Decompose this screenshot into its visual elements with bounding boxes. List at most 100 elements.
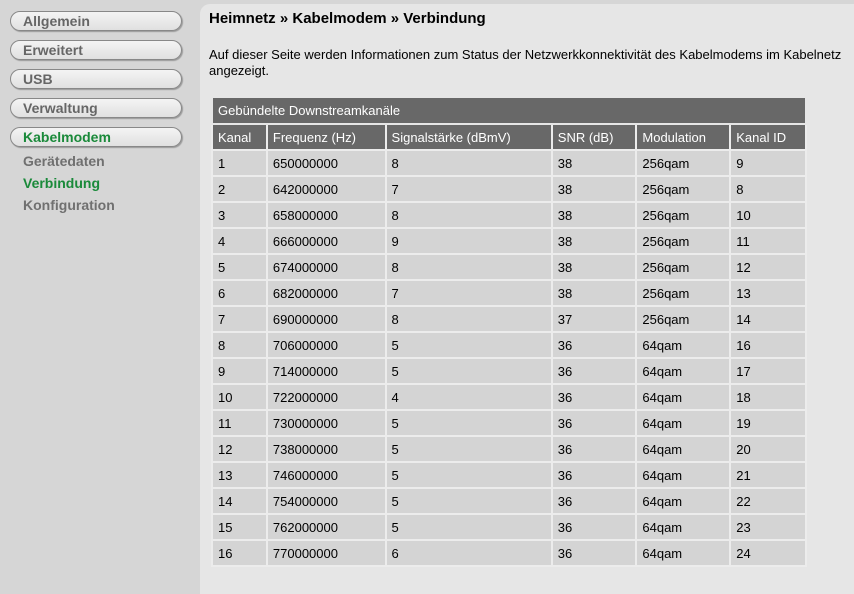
- column-header: Modulation: [635, 123, 732, 151]
- table-cell: 14: [211, 487, 268, 515]
- table-cell: 36: [550, 331, 638, 359]
- table-cell: 690000000: [265, 305, 387, 333]
- table-cell: 64qam: [635, 409, 732, 437]
- table-row: 1 650000000 8 38 256qam 9: [211, 149, 807, 177]
- table-cell: 11: [729, 227, 807, 255]
- table-cell: 36: [550, 409, 638, 437]
- table-cell: 64qam: [635, 513, 732, 541]
- table-cell: 730000000: [265, 409, 387, 437]
- table-row: 5 674000000 8 38 256qam 12: [211, 253, 807, 281]
- table-cell: 738000000: [265, 435, 387, 463]
- table-cell: 36: [550, 383, 638, 411]
- table-cell: 64qam: [635, 357, 732, 385]
- table-cell: 16: [729, 331, 807, 359]
- table-cell: 64qam: [635, 539, 732, 567]
- table-cell: 38: [550, 175, 638, 203]
- page-title: Heimnetz » Kabelmodem » Verbindung: [209, 10, 486, 27]
- table-cell: 8: [729, 175, 807, 203]
- table-row: 15 762000000 5 36 64qam 23: [211, 513, 807, 541]
- table-cell: 64qam: [635, 383, 732, 411]
- table-cell: 674000000: [265, 253, 387, 281]
- table-cell: 64qam: [635, 461, 732, 489]
- table-row: 10 722000000 4 36 64qam 18: [211, 383, 807, 411]
- table-cell: 38: [550, 253, 638, 281]
- table-cell: 256qam: [635, 305, 732, 333]
- table-cell: 7: [384, 175, 553, 203]
- table-cell: 5: [384, 487, 553, 515]
- table-cell: 6: [384, 539, 553, 567]
- table-cell: 714000000: [265, 357, 387, 385]
- table-cell: 36: [550, 435, 638, 463]
- subnav-verbindung[interactable]: Verbindung: [23, 175, 100, 191]
- table-cell: 37: [550, 305, 638, 333]
- table-cell: 8: [384, 201, 553, 229]
- table-cell: 12: [211, 435, 268, 463]
- table-cell: 36: [550, 461, 638, 489]
- table-row: 9 714000000 5 36 64qam 17: [211, 357, 807, 385]
- table-cell: 722000000: [265, 383, 387, 411]
- table-cell: 38: [550, 227, 638, 255]
- table-cell: 8: [384, 149, 553, 177]
- nav-allgemein[interactable]: Allgemein: [10, 11, 182, 31]
- table-cell: 256qam: [635, 175, 732, 203]
- nav-usb[interactable]: USB: [10, 69, 182, 89]
- table-cell: 770000000: [265, 539, 387, 567]
- table-cell: 5: [211, 253, 268, 281]
- table-row: 12 738000000 5 36 64qam 20: [211, 435, 807, 463]
- table-cell: 8: [384, 253, 553, 281]
- table-cell: 754000000: [265, 487, 387, 515]
- table-row: 16 770000000 6 36 64qam 24: [211, 539, 807, 567]
- table-cell: 38: [550, 279, 638, 307]
- table-caption: Gebündelte Downstreamkanäle: [211, 96, 807, 125]
- table-cell: 650000000: [265, 149, 387, 177]
- table-cell: 36: [550, 513, 638, 541]
- table-cell: 13: [729, 279, 807, 307]
- table-cell: 14: [729, 305, 807, 333]
- table-row: 8 706000000 5 36 64qam 16: [211, 331, 807, 359]
- table-cell: 9: [384, 227, 553, 255]
- column-header: SNR (dB): [550, 123, 638, 151]
- table-row: 6 682000000 7 38 256qam 13: [211, 279, 807, 307]
- table-cell: 15: [211, 513, 268, 541]
- table-cell: 8: [384, 305, 553, 333]
- table-cell: 4: [384, 383, 553, 411]
- table-cell: 5: [384, 409, 553, 437]
- subnav-konfiguration[interactable]: Konfiguration: [23, 197, 115, 213]
- table-cell: 36: [550, 487, 638, 515]
- nav-kabelmodem[interactable]: Kabelmodem: [10, 127, 182, 147]
- table-cell: 23: [729, 513, 807, 541]
- table-cell: 13: [211, 461, 268, 489]
- table-row: 13 746000000 5 36 64qam 21: [211, 461, 807, 489]
- table-row: 7 690000000 8 37 256qam 14: [211, 305, 807, 333]
- downstream-table: Gebündelte Downstreamkanäle Kanal Frequen…: [211, 96, 807, 567]
- nav-erweitert[interactable]: Erweitert: [10, 40, 182, 60]
- content-panel: Heimnetz » Kabelmodem » Verbindung Auf d…: [200, 4, 854, 594]
- table-cell: 38: [550, 149, 638, 177]
- table-cell: 19: [729, 409, 807, 437]
- table-cell: 22: [729, 487, 807, 515]
- nav-verwaltung[interactable]: Verwaltung: [10, 98, 182, 118]
- table-cell: 682000000: [265, 279, 387, 307]
- table-cell: 11: [211, 409, 268, 437]
- table-cell: 21: [729, 461, 807, 489]
- column-header: Signalstärke (dBmV): [384, 123, 553, 151]
- table-cell: 642000000: [265, 175, 387, 203]
- table-cell: 64qam: [635, 435, 732, 463]
- table-cell: 18: [729, 383, 807, 411]
- table-cell: 64qam: [635, 487, 732, 515]
- table-row: 11 730000000 5 36 64qam 19: [211, 409, 807, 437]
- table-cell: 666000000: [265, 227, 387, 255]
- table-cell: 7: [211, 305, 268, 333]
- table-cell: 20: [729, 435, 807, 463]
- table-cell: 658000000: [265, 201, 387, 229]
- table-cell: 12: [729, 253, 807, 281]
- table-cell: 17: [729, 357, 807, 385]
- table-cell: 706000000: [265, 331, 387, 359]
- column-header: Kanal ID: [729, 123, 807, 151]
- table-cell: 3: [211, 201, 268, 229]
- table-cell: 762000000: [265, 513, 387, 541]
- table-cell: 256qam: [635, 149, 732, 177]
- table-row: 3 658000000 8 38 256qam 10: [211, 201, 807, 229]
- table-cell: 256qam: [635, 279, 732, 307]
- subnav-geraetedaten[interactable]: Gerätedaten: [23, 153, 105, 169]
